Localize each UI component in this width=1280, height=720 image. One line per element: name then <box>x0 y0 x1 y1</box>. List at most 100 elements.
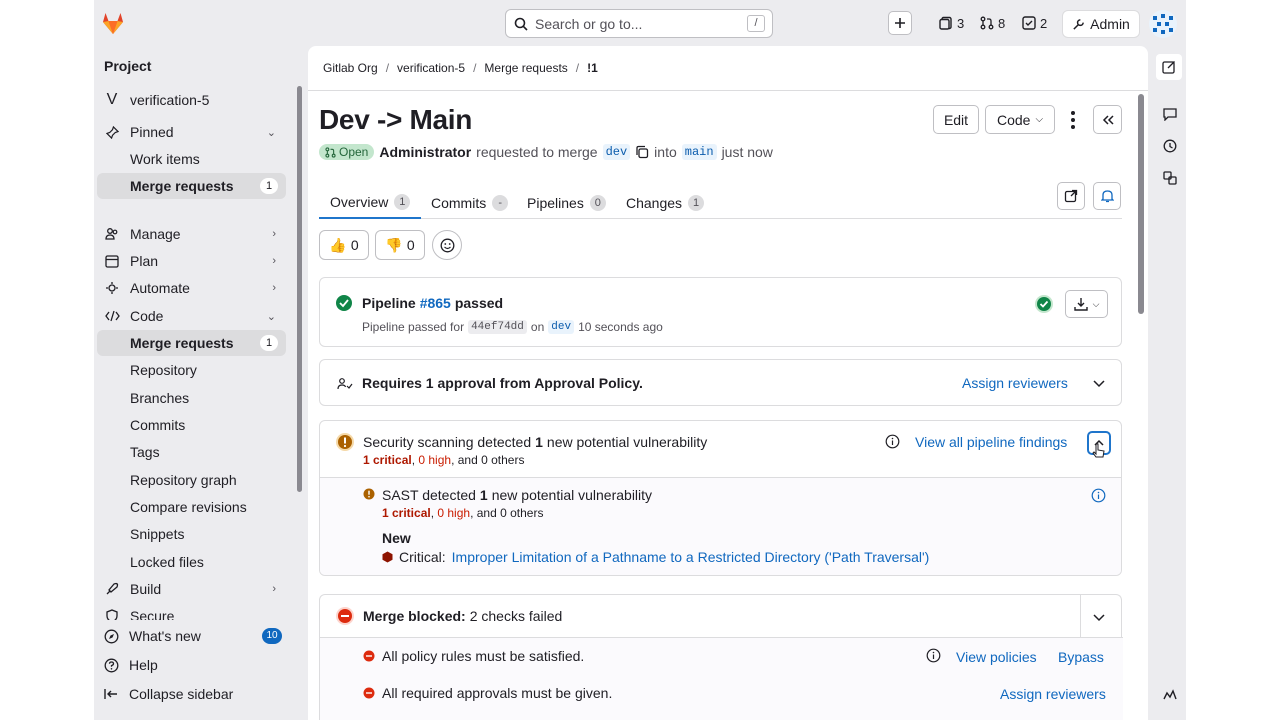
add-reaction-button[interactable] <box>432 230 462 260</box>
main-scrollbar[interactable] <box>1138 94 1144 314</box>
download-artifacts-button[interactable]: ⌵ <box>1065 290 1108 318</box>
security-severity-summary: 1 critical , 0 high , and 0 others <box>363 453 525 467</box>
info-icon[interactable] <box>926 648 941 663</box>
history-icon[interactable] <box>1160 136 1180 156</box>
security-prefix: Security scanning detected <box>363 434 532 450</box>
sidebar-item-build[interactable]: Build › <box>97 576 286 602</box>
merge-requests-button[interactable]: 8 <box>980 11 1005 35</box>
tab-count: 1 <box>394 193 411 210</box>
collapse-right-sidebar-button[interactable] <box>1093 105 1122 134</box>
code-dropdown-button[interactable]: Code ⌵ <box>985 105 1055 134</box>
copy-link-button[interactable] <box>1057 182 1085 210</box>
todos-button[interactable]: 2 <box>1022 11 1047 35</box>
duo-chat-icon[interactable] <box>1160 686 1180 706</box>
sidebar-item-manage[interactable]: Manage › <box>97 221 286 247</box>
tab-pipelines[interactable]: Pipelines 0 <box>527 186 606 219</box>
create-new-button[interactable] <box>888 11 912 35</box>
search-icon <box>514 17 528 31</box>
sidebar-item-label: Work items <box>130 151 200 167</box>
gitlab-logo-icon[interactable] <box>100 10 126 36</box>
sidebar-item-snippets[interactable]: Snippets <box>97 521 286 547</box>
merge-icon[interactable] <box>1160 168 1180 188</box>
sidebar-item-repository[interactable]: Repository <box>97 357 286 383</box>
info-icon[interactable] <box>885 434 900 449</box>
sidebar-item-plan[interactable]: Plan › <box>97 248 286 274</box>
sidebar-project-link[interactable]: V verification-5 <box>97 87 286 113</box>
user-avatar[interactable] <box>1149 10 1177 38</box>
breadcrumb-merge-requests[interactable]: Merge requests <box>484 61 567 75</box>
sidebar-item-locked-files[interactable]: Locked files <box>97 549 286 575</box>
status-label: Open <box>339 145 369 159</box>
chevron-right-icon: › <box>272 228 276 240</box>
pipeline-sub-prefix: Pipeline passed for <box>362 320 465 334</box>
target-branch[interactable]: main <box>681 144 717 160</box>
sidebar-item-code[interactable]: Code ⌄ <box>97 303 286 329</box>
chevron-down-icon: ⌄ <box>266 126 276 139</box>
sidebar-item-label: Pinned <box>130 124 174 140</box>
count-badge: 1 <box>260 335 278 351</box>
sidebar-item-label: Tags <box>130 444 160 460</box>
chevron-down-icon[interactable] <box>1093 378 1105 388</box>
issues-button[interactable]: 3 <box>939 11 964 35</box>
tab-label: Changes <box>626 194 683 211</box>
sidebar-item-work-items[interactable]: Work items <box>97 146 286 172</box>
external-link-icon <box>1064 189 1078 203</box>
whats-new-button[interactable]: What's new 10 <box>97 623 286 649</box>
collapse-sidebar-button[interactable]: Collapse sidebar <box>97 681 286 707</box>
tab-commits[interactable]: Commits - <box>431 186 509 219</box>
pipeline-branch[interactable]: dev <box>548 320 575 334</box>
pipeline-id-link[interactable]: #865 <box>420 295 451 311</box>
assign-reviewers-link[interactable]: Assign reviewers <box>962 375 1068 391</box>
sidebar-item-merge-requests[interactable]: Merge requests 1 <box>97 330 286 356</box>
sidebar-item-repository-graph[interactable]: Repository graph <box>97 467 286 493</box>
sidebar-item-pinned-merge-requests[interactable]: Merge requests 1 <box>97 173 286 199</box>
page-title: Dev -> Main <box>319 104 473 135</box>
admin-button[interactable]: Admin <box>1062 10 1140 38</box>
commit-sha[interactable]: 44ef74dd <box>468 320 527 334</box>
right-margin <box>1186 0 1280 720</box>
bypass-link[interactable]: Bypass <box>1058 649 1104 665</box>
chevron-down-icon: ⌄ <box>266 310 276 323</box>
chevron-down-icon[interactable] <box>1093 612 1105 622</box>
thumbs-down-button[interactable]: 👎 0 <box>375 230 425 260</box>
assign-reviewers-link-2[interactable]: Assign reviewers <box>1000 686 1106 702</box>
source-branch[interactable]: dev <box>602 144 631 160</box>
sidebar-item-compare-revisions[interactable]: Compare revisions <box>97 494 286 520</box>
stage-success-icon[interactable] <box>1034 294 1054 314</box>
critical-count: 1 critical <box>363 453 412 467</box>
search-placeholder: Search or go to... <box>535 15 643 32</box>
security-summary: Security scanning detected 1 new potenti… <box>363 434 707 450</box>
sidebar-item-commits[interactable]: Commits <box>97 412 286 438</box>
view-all-findings-link[interactable]: View all pipeline findings <box>915 434 1067 450</box>
notifications-button[interactable] <box>1093 182 1121 210</box>
tab-overview[interactable]: Overview 1 <box>319 186 422 219</box>
help-button[interactable]: Help <box>97 652 286 678</box>
app-window: Search or go to... / 3 8 2 Admin Project… <box>94 0 1186 720</box>
edit-icon[interactable] <box>1156 54 1182 80</box>
breadcrumb-project[interactable]: verification-5 <box>397 61 465 75</box>
thumbs-up-button[interactable]: 👍 0 <box>319 230 369 260</box>
sidebar-item-automate[interactable]: Automate › <box>97 275 286 301</box>
merge-request-open-icon <box>325 146 336 158</box>
sidebar-item-tags[interactable]: Tags <box>97 439 286 465</box>
more-actions-icon[interactable] <box>1068 108 1078 132</box>
sidebar-scrollbar[interactable] <box>297 86 302 492</box>
breadcrumb-current[interactable]: !1 <box>587 61 598 75</box>
view-policies-link[interactable]: View policies <box>956 649 1037 665</box>
merge-checks-widget: Merge blocked: 2 checks failed All polic… <box>319 594 1123 720</box>
search-input[interactable]: Search or go to... / <box>505 9 773 38</box>
info-icon[interactable] <box>1091 488 1106 503</box>
sast-prefix: SAST detected <box>382 487 476 503</box>
tab-changes[interactable]: Changes 1 <box>626 186 705 219</box>
author-name[interactable]: Administrator <box>379 144 471 160</box>
collapse-left-icon <box>103 688 119 700</box>
sidebar-item-branches[interactable]: Branches <box>97 385 286 411</box>
edit-button[interactable]: Edit <box>933 105 979 134</box>
comment-icon[interactable] <box>1160 104 1180 124</box>
finding-link[interactable]: Improper Limitation of a Pathname to a R… <box>452 549 930 565</box>
sidebar-item-pinned[interactable]: Pinned ⌄ <box>97 119 286 145</box>
sidebar-item-label: Commits <box>130 417 186 433</box>
breadcrumb-group[interactable]: Gitlab Org <box>323 61 378 75</box>
copy-icon[interactable] <box>635 145 649 159</box>
tab-count: - <box>492 194 509 211</box>
